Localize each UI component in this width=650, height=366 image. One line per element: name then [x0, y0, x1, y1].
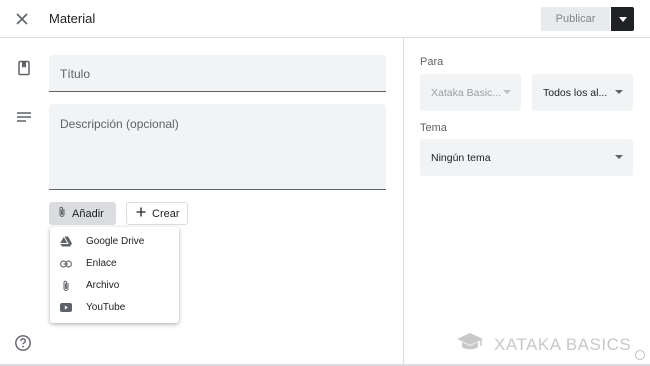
topic-label: Tema — [420, 122, 447, 134]
panel-divider — [403, 38, 404, 366]
resize-handle-icon — [635, 350, 645, 360]
add-button[interactable]: Añadir — [49, 202, 116, 225]
class-select: Xataka Basic... — [420, 74, 521, 111]
topic-select-value: Ningún tema — [431, 151, 491, 164]
description-field[interactable]: Descripción (opcional) — [49, 104, 386, 190]
title-placeholder: Título — [60, 67, 91, 81]
description-lines-icon — [16, 109, 32, 125]
watermark-text: XATAKA BASICS — [494, 334, 632, 354]
students-select[interactable]: Todos los al... — [532, 74, 633, 111]
caret-down-icon — [615, 155, 623, 159]
description-placeholder: Descripción (opcional) — [60, 117, 179, 131]
plus-icon — [136, 207, 146, 220]
watermark: XATAKA BASICS — [456, 332, 631, 357]
create-button[interactable]: Crear — [126, 202, 188, 225]
menu-item-youtube[interactable]: YouTube — [50, 297, 179, 318]
graduation-cap-icon — [456, 332, 484, 357]
add-button-label: Añadir — [72, 207, 104, 220]
top-bar: Material Publicar — [0, 0, 650, 38]
students-select-value: Todos los al... — [543, 86, 608, 99]
link-icon — [60, 258, 72, 270]
google-drive-icon — [60, 236, 72, 248]
menu-item-google-drive[interactable]: Google Drive — [50, 231, 179, 252]
page-title: Material — [49, 11, 96, 26]
title-field[interactable]: Título — [49, 55, 386, 92]
attachment-icon — [58, 206, 66, 221]
publish-button[interactable]: Publicar — [541, 7, 610, 31]
for-label: Para — [420, 56, 444, 68]
caret-down-icon — [503, 90, 511, 94]
class-select-value: Xataka Basic... — [431, 86, 502, 99]
create-button-label: Crear — [152, 207, 180, 220]
topic-select[interactable]: Ningún tema — [420, 139, 633, 176]
bookmark-icon — [16, 60, 32, 76]
publish-options-button[interactable] — [611, 7, 634, 31]
close-icon[interactable] — [12, 9, 32, 29]
youtube-icon — [60, 302, 72, 314]
chevron-down-icon — [618, 16, 627, 22]
caret-down-icon — [615, 90, 623, 94]
menu-item-link[interactable]: Enlace — [50, 253, 179, 274]
help-icon[interactable] — [14, 334, 32, 352]
add-menu: Google Drive Enlace Archivo YouTube — [50, 227, 179, 323]
menu-item-file[interactable]: Archivo — [50, 275, 179, 296]
attachment-icon — [60, 280, 72, 292]
